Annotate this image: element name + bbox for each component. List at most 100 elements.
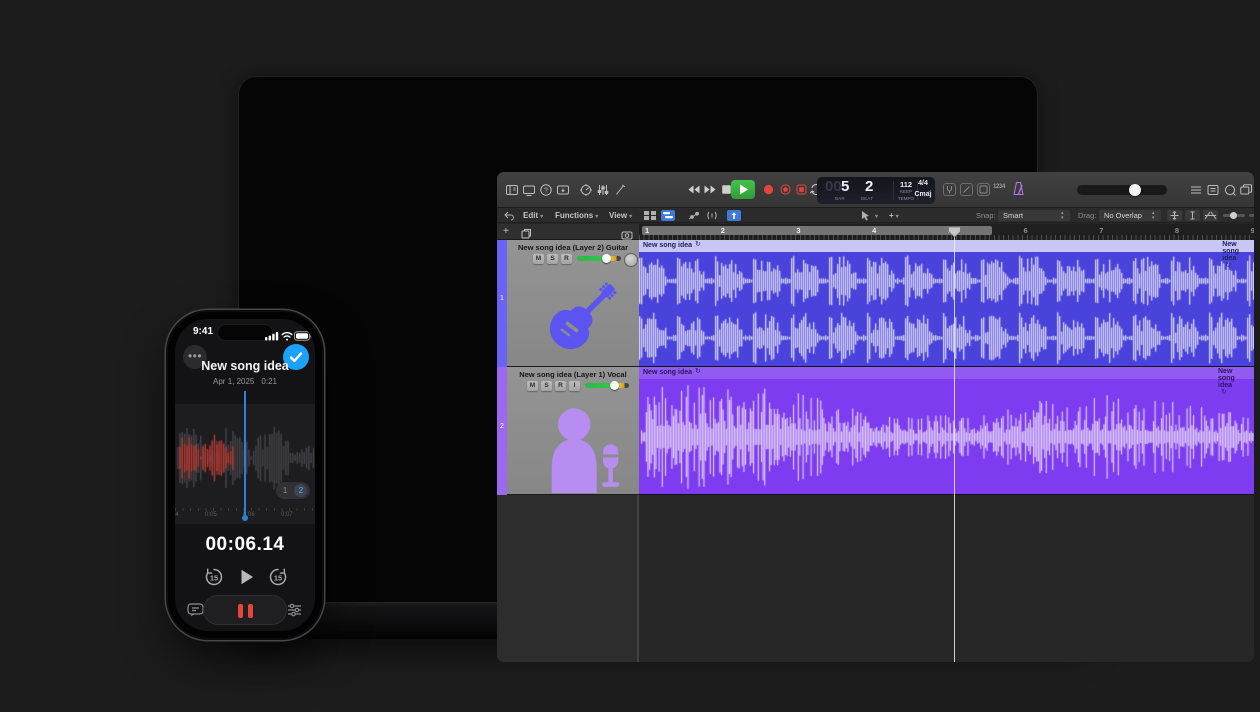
cellular-signal-icon (265, 328, 279, 346)
smart-controls-icon[interactable] (579, 183, 593, 197)
count-in-button[interactable]: 1234 (993, 184, 1005, 190)
playhead-marker[interactable] (947, 226, 962, 238)
library-icon[interactable] (505, 183, 519, 197)
lcd-chevron-icon[interactable]: ⌄ (927, 187, 932, 194)
move-tool-button[interactable] (1167, 210, 1182, 221)
recording-length: 0:21 (261, 377, 277, 386)
pad-icon[interactable] (977, 183, 990, 196)
duplicate-track-button[interactable] (521, 226, 532, 237)
skip-back-15-button[interactable]: 15 (203, 566, 225, 588)
automation-icon[interactable] (687, 210, 701, 221)
track2-s-button[interactable]: S (541, 381, 552, 391)
lcd-beat-value: 2 (865, 178, 873, 195)
vocal-region[interactable]: New song idea↻ New song idea↻ (639, 367, 1254, 495)
guitar-region[interactable]: New song idea↻ New song idea↻ (639, 240, 1254, 367)
metronome-button[interactable] (1011, 181, 1026, 197)
quick-help-icon[interactable]: ? (539, 183, 553, 197)
toolbar-toggle-icon[interactable] (556, 183, 570, 197)
layer-button-2[interactable]: 2 (294, 484, 307, 497)
flex-icon[interactable] (705, 210, 719, 221)
ruler-bar-4[interactable]: 4 (872, 226, 876, 235)
record-button[interactable] (761, 182, 776, 197)
track1-volume-slider[interactable] (577, 256, 621, 261)
grid-view-icon[interactable] (643, 210, 657, 221)
crossfade-tool-button[interactable] (1203, 210, 1218, 221)
ruler-bar-8[interactable]: 8 (1175, 226, 1179, 235)
view-menu[interactable]: View▾ (609, 208, 632, 223)
catch-playhead-icon[interactable] (727, 210, 741, 221)
layer-button-1[interactable]: 1 (279, 484, 292, 497)
note-pads-icon[interactable] (1206, 183, 1220, 197)
track2-i-button[interactable]: I (569, 381, 580, 391)
menu-bar: Edit▾ Functions▾ View▾ ▾ +▾ Snap: Smart … (497, 208, 1254, 223)
edit-menu[interactable]: Edit▾ (523, 208, 543, 223)
text-tool-button[interactable] (1185, 210, 1200, 221)
forward-button[interactable] (703, 182, 718, 197)
transcript-icon[interactable] (187, 602, 204, 618)
rewind-button[interactable] (686, 182, 701, 197)
pointer-tool-chevron[interactable]: ▾ (873, 208, 878, 223)
ruler-bar-1[interactable]: 1 (645, 226, 649, 235)
mixer-icon[interactable] (596, 183, 610, 197)
ruler-bar-9[interactable]: 9 (1251, 226, 1254, 235)
playhead-line[interactable] (954, 234, 955, 662)
back-icon[interactable] (502, 210, 516, 221)
skip-forward-15-button[interactable]: 15 (267, 566, 289, 588)
ruler-bar-3[interactable]: 3 (796, 226, 800, 235)
editors-icon[interactable] (613, 183, 627, 197)
track1-s-button[interactable]: S (547, 254, 558, 264)
track-list-empty-area (497, 495, 637, 662)
play-button[interactable] (731, 180, 755, 199)
master-volume-knob[interactable] (1129, 184, 1141, 196)
loop-browser-icon[interactable] (1223, 183, 1237, 197)
track2-r-button[interactable]: R (555, 381, 566, 391)
track1-pan-knob[interactable] (624, 253, 638, 267)
snap-value-popup[interactable]: Smart (998, 210, 1070, 221)
track1-volume-knob[interactable] (602, 254, 611, 263)
region-label: New song idea↻ (643, 241, 701, 249)
track2-color-strip[interactable]: 2 (497, 367, 507, 495)
vertical-zoom-slider[interactable] (1223, 214, 1245, 217)
arrange-empty-area[interactable] (639, 495, 1254, 662)
vertical-zoom-knob[interactable] (1230, 212, 1237, 219)
capture-recording-button[interactable] (778, 182, 793, 197)
lcd-time-signature: 4/4 (911, 180, 935, 187)
browsers-icon[interactable] (1239, 183, 1253, 197)
recording-date: Apr 1, 2025 (213, 377, 254, 386)
horizontal-zoom-slider[interactable] (1249, 214, 1254, 217)
replace-record-button[interactable] (794, 182, 809, 197)
play-button-phone[interactable] (235, 566, 257, 588)
pencil-icon[interactable] (960, 183, 973, 196)
ruler-bar-6[interactable]: 6 (1024, 226, 1028, 235)
track1-name: New song idea (Layer 2) Guitar (507, 243, 639, 252)
master-volume-slider[interactable] (1077, 185, 1167, 195)
track2-volume-knob[interactable] (610, 381, 619, 390)
command-click-tool-menu[interactable]: +▾ (889, 208, 899, 223)
functions-menu[interactable]: Functions▾ (555, 208, 598, 223)
cycle-region[interactable] (642, 226, 992, 235)
track2-volume-slider[interactable] (585, 383, 629, 388)
ruler-bar-7[interactable]: 7 (1099, 226, 1103, 235)
pause-recording-button[interactable] (203, 595, 287, 625)
pointer-tool-menu[interactable] (859, 210, 873, 221)
inspector-icon[interactable] (522, 183, 536, 197)
track2-number: 2 (497, 423, 507, 430)
regions-view-icon[interactable] (661, 210, 675, 221)
track1-header[interactable]: New song idea (Layer 2) Guitar MSR (507, 240, 639, 367)
tuner-icon[interactable] (943, 183, 956, 196)
track1-color-strip[interactable]: 1 (497, 240, 507, 367)
list-editors-icon[interactable] (1189, 183, 1203, 197)
track1-number: 1 (497, 295, 507, 302)
time-label: 0:04 (175, 512, 179, 518)
ruler-bar-2[interactable]: 2 (721, 226, 725, 235)
track-header-options-icon[interactable] (621, 227, 633, 237)
add-track-button[interactable]: + (503, 226, 509, 237)
audio-settings-icon[interactable] (286, 602, 303, 618)
track2-header[interactable]: New song idea (Layer 1) Vocal MSRI (507, 367, 639, 495)
track1-r-button[interactable]: R (561, 254, 572, 264)
phone-playhead-line[interactable] (244, 391, 246, 517)
layer-switcher[interactable]: 12 (276, 482, 310, 499)
lcd-display[interactable]: 00 5 2 BAR BEAT 112 KEEP TEMPO 4/4 Cmaj … (817, 177, 935, 204)
track1-m-button[interactable]: M (533, 254, 544, 264)
track2-m-button[interactable]: M (527, 381, 538, 391)
